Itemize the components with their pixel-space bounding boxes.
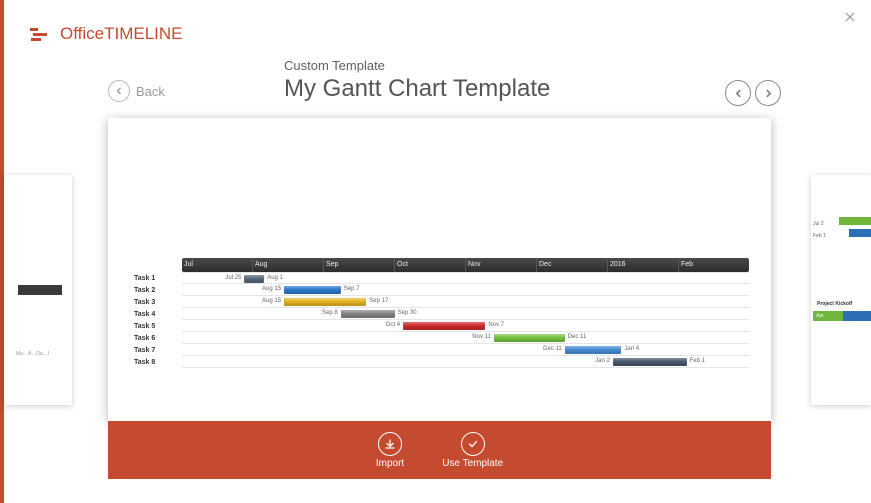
template-category: Custom Template: [284, 58, 550, 73]
task-row: Task 6 Nov 11 Dec 11: [130, 332, 749, 344]
task-track: Jan 2 Feb 1: [182, 356, 749, 368]
task-start-label: Dec 11: [543, 346, 562, 352]
month-cell: Feb: [679, 258, 749, 272]
logo-icon: [30, 25, 52, 43]
title-block: Custom Template My Gantt Chart Template: [284, 58, 550, 103]
import-label: Import: [376, 458, 404, 469]
use-template-button[interactable]: Use Template: [442, 432, 503, 469]
task-end-label: Sep 7: [344, 286, 360, 292]
task-track: Nov 11 Dec 11: [182, 332, 749, 344]
task-end-label: Sep 17: [369, 298, 388, 304]
task-row: Task 3 Aug 15 Sep 17: [130, 296, 749, 308]
task-row: Task 1 Jul 25 Aug 1: [130, 272, 749, 284]
task-track: Sep 8 Sep 30: [182, 308, 749, 320]
task-start-label: Sep 8: [322, 310, 338, 316]
peek-project-label: Project Kickoff: [817, 299, 852, 309]
task-bar: [341, 310, 395, 318]
task-name: Task 4: [130, 311, 182, 318]
peek-label: Feb 1: [813, 231, 826, 241]
logo-text: OfficeTIMELINE: [60, 24, 183, 44]
task-name: Task 5: [130, 323, 182, 330]
task-name: Task 6: [130, 335, 182, 342]
import-icon: [378, 432, 402, 456]
task-row: Task 7 Dec 11 Jan 4: [130, 344, 749, 356]
back-label: Back: [136, 84, 165, 99]
task-end-label: Dec 11: [568, 334, 587, 340]
task-name: Task 1: [130, 275, 182, 282]
task-bar: [284, 286, 341, 294]
task-start-label: Oct 4: [386, 322, 400, 328]
month-cell: 2016: [608, 258, 679, 272]
use-template-label: Use Template: [442, 458, 503, 469]
task-track: Oct 4 Nov 7: [182, 320, 749, 332]
month-cell: Oct: [395, 258, 466, 272]
peek-label: Jul 2: [813, 219, 824, 229]
task-row: Task 5 Oct 4 Nov 7: [130, 320, 749, 332]
prev-template-peek[interactable]: Ma…A…Da…I: [4, 175, 72, 405]
gantt-body: Task 1 Jul 25 Aug 1 Task 2 Aug 15 Sep 7 Task 3…: [130, 272, 749, 368]
task-row: Task 2 Aug 15 Sep 7: [130, 284, 749, 296]
task-track: Aug 15 Sep 7: [182, 284, 749, 296]
task-row: Task 4 Sep 8 Sep 30: [130, 308, 749, 320]
task-name: Task 8: [130, 359, 182, 366]
check-icon: [461, 432, 485, 456]
template-preview: JulAugSepOctNovDec2016Feb Task 1 Jul 25 Au…: [108, 118, 771, 421]
app-header: OfficeTIMELINE: [30, 24, 183, 44]
task-track: Dec 11 Jan 4: [182, 344, 749, 356]
next-template-button[interactable]: [755, 80, 781, 106]
task-name: Task 7: [130, 347, 182, 354]
task-bar: [613, 358, 687, 366]
task-row: Task 8 Jan 2 Feb 1: [130, 356, 749, 368]
peek-bar-blue: [843, 311, 871, 321]
task-bar: [244, 275, 264, 283]
month-cell: Aug: [253, 258, 324, 272]
task-start-label: Jul 25: [225, 275, 241, 281]
peek-bar-blue: [849, 229, 871, 237]
task-bar: [565, 346, 622, 354]
task-bar: [494, 334, 565, 342]
task-name: Task 3: [130, 299, 182, 306]
task-end-label: Nov 7: [488, 322, 504, 328]
close-icon: [845, 12, 855, 22]
task-end-label: Sep 30: [398, 310, 417, 316]
task-end-label: Jan 4: [624, 346, 639, 352]
back-arrow-icon: [108, 80, 130, 102]
month-cell: Dec: [537, 258, 608, 272]
gantt-chart: JulAugSepOctNovDec2016Feb Task 1 Jul 25 Au…: [130, 258, 749, 368]
task-track: Aug 15 Sep 17: [182, 296, 749, 308]
gantt-timeline-header: JulAugSepOctNovDec2016Feb: [182, 258, 749, 272]
template-nav: [725, 80, 781, 106]
peek-bar-green: [839, 217, 871, 225]
task-start-label: Jan 2: [595, 358, 610, 364]
month-cell: Jul: [182, 258, 253, 272]
close-button[interactable]: [843, 10, 857, 24]
task-name: Task 2: [130, 287, 182, 294]
task-end-label: Aug 1: [267, 275, 283, 281]
next-template-peek[interactable]: Jul 2 Feb 1 Project Kickoff Apr: [811, 175, 871, 405]
month-cell: Sep: [324, 258, 395, 272]
peek-bar-fragment: [18, 285, 62, 295]
task-start-label: Nov 11: [472, 334, 491, 340]
task-bar: [284, 298, 366, 306]
peek-text-fragment: Ma…A…Da…I: [16, 351, 49, 357]
peek-tick: Apr: [813, 311, 843, 321]
task-track: Jul 25 Aug 1: [182, 272, 749, 284]
task-end-label: Feb 1: [690, 358, 705, 364]
action-bar: Import Use Template: [108, 421, 771, 479]
task-start-label: Aug 15: [262, 286, 281, 292]
month-cell: Nov: [466, 258, 537, 272]
template-title: My Gantt Chart Template: [284, 75, 550, 103]
import-button[interactable]: Import: [376, 432, 404, 469]
task-bar: [403, 322, 485, 330]
back-button[interactable]: Back: [108, 80, 165, 102]
task-start-label: Aug 15: [262, 298, 281, 304]
prev-template-button[interactable]: [725, 80, 751, 106]
